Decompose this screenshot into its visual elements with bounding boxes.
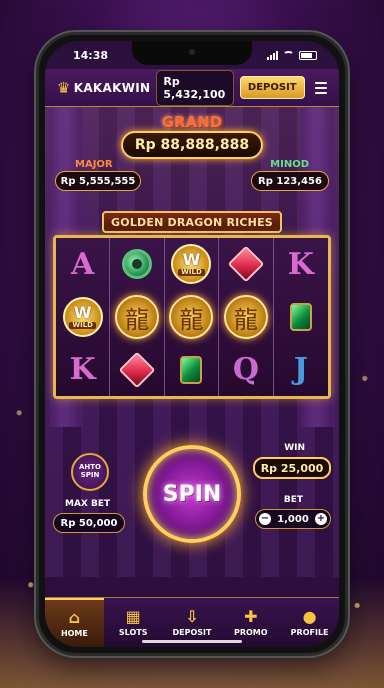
major-jackpot-value: Rp 5,555,555	[55, 171, 141, 191]
major-jackpot-label: MAJOR	[75, 159, 113, 170]
reel-cell	[274, 291, 328, 344]
wild-symbol-icon: W WILD	[171, 244, 212, 285]
tab-home[interactable]: ⌂ HOME	[45, 598, 104, 647]
bet-stepper: − 1,000 +	[255, 509, 331, 529]
signal-icon	[267, 50, 278, 60]
reel-cell: 龍	[219, 291, 272, 344]
reel-4: 龍Q	[219, 238, 274, 396]
reel-cell: J	[274, 343, 328, 396]
symbol-letter: K	[69, 352, 96, 388]
hamburger-menu-icon[interactable]	[314, 81, 327, 94]
ruby-gem-icon	[227, 245, 265, 283]
brand-logo[interactable]: ♛ KAKAKWIN	[57, 79, 150, 97]
reel-cell: W WILD	[56, 291, 109, 344]
symbol-letter: A	[71, 246, 95, 282]
dragon-symbol-icon: 龍	[115, 295, 160, 339]
win-amount: Rp 25,000	[253, 457, 331, 479]
win-label: WIN	[284, 443, 305, 453]
wild-text: WILD	[69, 322, 96, 329]
auto-spin-button[interactable]: AHTO SPIN	[71, 453, 109, 491]
reel-cell: A	[56, 238, 109, 291]
reel-1: A W WILD K	[56, 238, 111, 396]
game-title-banner: GOLDEN DRAGON RICHES	[102, 211, 282, 233]
deposit-button[interactable]: DEPOSIT	[239, 76, 305, 99]
spin-button[interactable]: SPIN	[143, 445, 241, 543]
game-controls: AHTO SPIN MAX BET Rp 50,000 SPIN WIN Rp …	[45, 437, 339, 577]
reel-cell: Q	[219, 343, 272, 396]
spin-button-label: SPIN	[162, 481, 222, 507]
max-bet-button[interactable]: Rp 50,000	[53, 513, 125, 533]
ruby-gem-icon	[118, 351, 156, 389]
crown-icon: ♛	[57, 78, 71, 97]
wild-symbol-icon: W WILD	[62, 297, 103, 337]
gift-icon: ✚	[244, 607, 258, 626]
tab-label: HOME	[60, 629, 88, 638]
status-time: 14:38	[73, 48, 109, 62]
minor-jackpot-value: Rp 123,456	[251, 171, 329, 191]
reel-cell: 龍	[165, 291, 218, 344]
app-header: ♛ KAKAKWIN Rp 5,432,100 DEPOSIT	[45, 69, 339, 107]
grand-jackpot-value: Rp 88,888,888	[121, 131, 263, 159]
bet-label: BET	[283, 495, 303, 505]
tab-profile[interactable]: ● PROFILE	[280, 598, 339, 647]
symbol-letter: Q	[232, 352, 259, 388]
emerald-gem-icon	[180, 355, 203, 384]
tab-label: PROFILE	[290, 628, 329, 637]
status-icons	[267, 50, 317, 60]
camera-icon	[189, 49, 195, 55]
game-stage: GRAND Rp 88,888,888 MAJOR Rp 5,555,555 M…	[45, 107, 339, 577]
reel-cell: K	[274, 238, 328, 291]
reel-cell: W WILD	[165, 238, 218, 291]
slots-icon: ▦	[125, 607, 141, 626]
jade-coin-icon	[122, 249, 153, 280]
wild-letter: W	[182, 250, 201, 270]
battery-icon	[299, 50, 317, 60]
bet-value: 1,000	[277, 513, 309, 525]
emerald-gem-icon	[289, 303, 312, 331]
symbol-letter: K	[287, 246, 314, 282]
reel-cell	[219, 238, 272, 291]
minor-jackpot-label: MINOD	[270, 159, 309, 170]
home-icon: ⌂	[68, 608, 81, 627]
reel-5: KJ	[273, 238, 328, 396]
dragon-symbol-icon: 龍	[169, 295, 214, 339]
phone-screen: 14:38 ♛ KAKAKWIN Rp 5,432,100 DEPOSIT GR…	[45, 41, 339, 647]
reel-2: 龍	[110, 238, 165, 396]
reel-3: W WILD 龍	[164, 238, 220, 396]
reel-cell: 龍	[110, 291, 163, 344]
tab-label: PROMO	[233, 628, 268, 637]
grand-jackpot-label: GRAND	[161, 113, 223, 131]
phone-frame: 14:38 ♛ KAKAKWIN Rp 5,432,100 DEPOSIT GR…	[36, 32, 348, 656]
reel-cell	[110, 238, 163, 291]
bet-increase-button[interactable]: +	[314, 513, 327, 525]
deposit-icon: ⇩	[185, 607, 199, 626]
slot-reels: A W WILD K 龍 W WILD 龍龍 Q K J	[53, 235, 331, 399]
profile-icon: ●	[302, 607, 317, 626]
wild-letter: W	[73, 303, 92, 322]
home-indicator	[142, 640, 242, 643]
brand-name: KAKAKWIN	[73, 80, 151, 95]
phone-notch	[132, 41, 252, 65]
wifi-icon	[283, 51, 294, 59]
reel-cell	[110, 343, 163, 396]
balance-display: Rp 5,432,100	[156, 69, 234, 106]
reel-cell: K	[56, 343, 109, 396]
symbol-letter: J	[293, 352, 308, 388]
reel-cell	[165, 343, 218, 396]
tab-label: SLOTS	[118, 628, 148, 637]
bet-decrease-button[interactable]: −	[259, 513, 271, 525]
dragon-symbol-icon: 龍	[223, 295, 268, 339]
max-bet-label: MAX BET	[65, 499, 111, 509]
wild-text: WILD	[178, 269, 205, 277]
tab-label: DEPOSIT	[172, 628, 212, 637]
